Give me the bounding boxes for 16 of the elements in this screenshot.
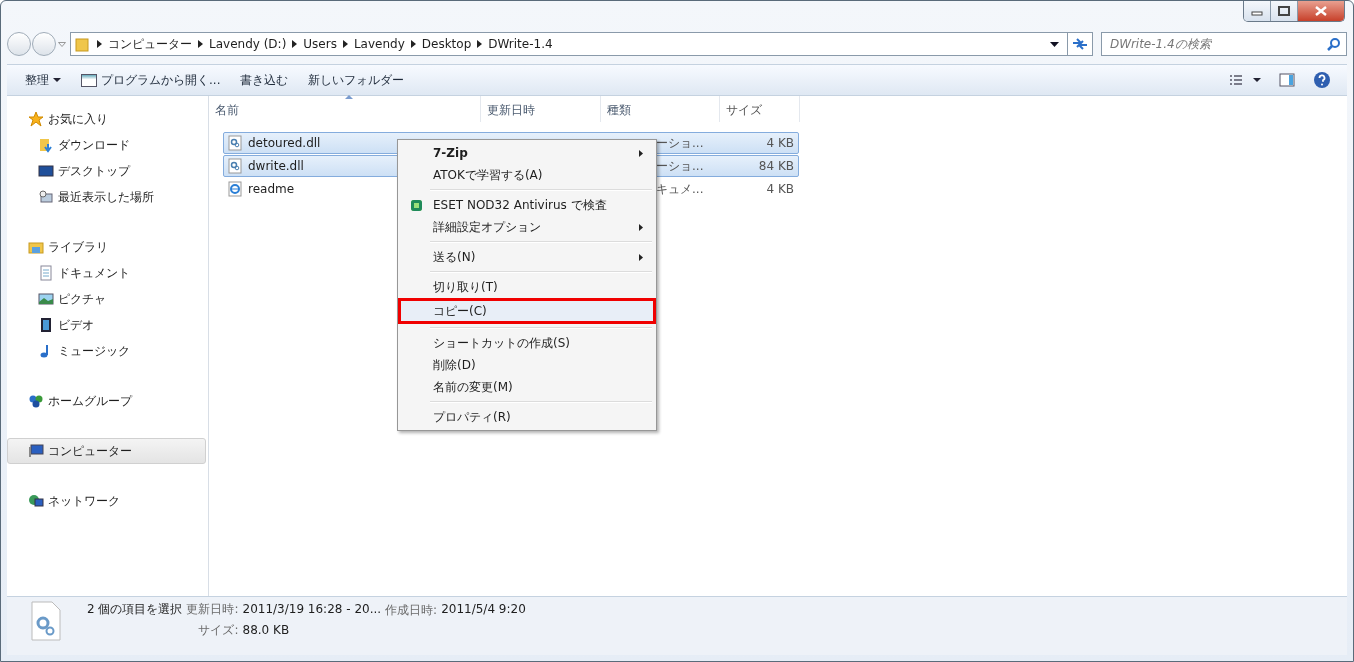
file-size: 4 KB <box>766 136 794 150</box>
status-value: 2011/3/19 16:28 - 20... <box>242 602 382 618</box>
file-name: readme <box>248 182 295 196</box>
selection-summary: 2 個の項目を選択 <box>87 601 183 618</box>
status-label: 作成日時: <box>385 602 438 619</box>
file-name: detoured.dll <box>248 136 321 150</box>
file-type: キュメ... <box>656 180 704 198</box>
status-label: サイズ: <box>197 622 239 639</box>
file-type: ーショ... <box>656 134 704 152</box>
status-label: 更新日時: <box>186 601 239 618</box>
file-name: dwrite.dll <box>248 159 304 173</box>
status-value: 2011/5/4 9:20 <box>441 602 526 618</box>
file-size: 84 KB <box>758 159 794 173</box>
file-type: ーショ... <box>656 157 704 175</box>
file-size: 4 KB <box>766 182 794 196</box>
status-value: 88.0 KB <box>242 623 290 637</box>
